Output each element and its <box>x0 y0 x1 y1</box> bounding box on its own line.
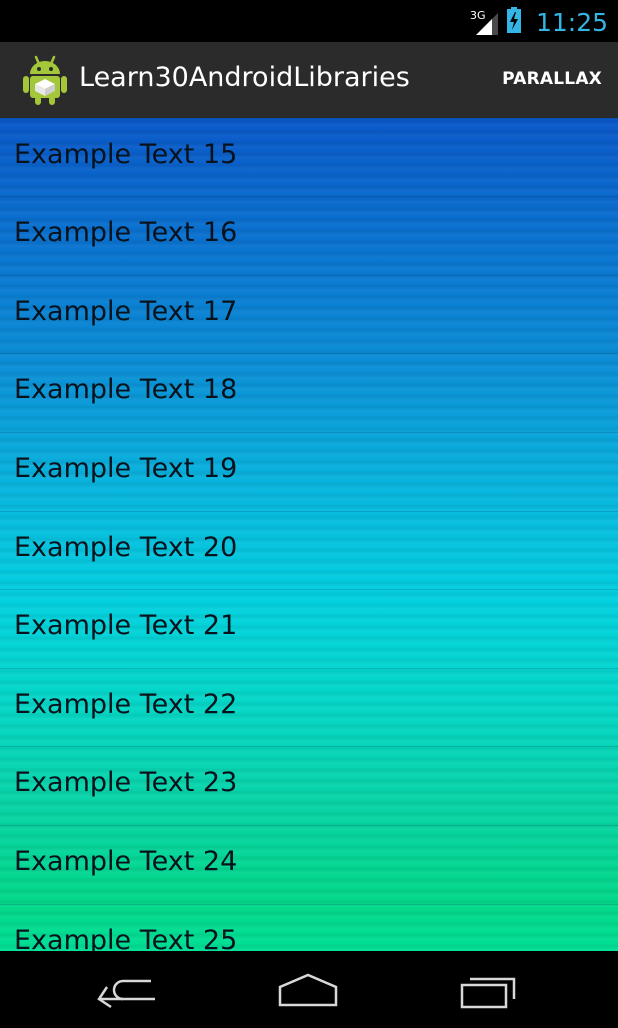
list-item[interactable]: Example Text 24 <box>0 826 618 905</box>
status-bar: 3G 11:25 <box>0 0 618 42</box>
recent-apps-icon[interactable] <box>448 965 528 1015</box>
list-item-label: Example Text 18 <box>14 374 238 406</box>
list-item[interactable]: Example Text 22 <box>0 669 618 748</box>
list-item[interactable]: Example Text 20 <box>0 512 618 591</box>
list-item-label: Example Text 21 <box>14 610 238 642</box>
status-icons: 3G 11:25 <box>470 4 608 40</box>
example-text-list[interactable]: Example Text 14Example Text 15Example Te… <box>0 118 618 951</box>
list-item-label: Example Text 22 <box>14 688 238 720</box>
android-app-icon[interactable] <box>22 54 68 106</box>
list-item-label: Example Text 15 <box>14 138 238 170</box>
list-item[interactable]: Example Text 23 <box>0 747 618 826</box>
navigation-bar <box>0 951 618 1028</box>
list-item-label: Example Text 19 <box>14 452 238 484</box>
action-bar: Learn30AndroidLibraries PARALLAX <box>0 42 618 120</box>
battery-charging-icon <box>506 6 522 38</box>
signal-icon: 3G <box>470 7 500 37</box>
list-item[interactable]: Example Text 16 <box>0 197 618 276</box>
list-container[interactable]: Example Text 14Example Text 15Example Te… <box>0 118 618 951</box>
list-item[interactable]: Example Text 25 <box>0 905 618 951</box>
list-item[interactable]: Example Text 17 <box>0 276 618 355</box>
app-title: Learn30AndroidLibraries <box>79 62 410 93</box>
status-clock: 11:25 <box>535 7 608 37</box>
list-item-label: Example Text 23 <box>14 767 238 799</box>
list-item[interactable]: Example Text 15 <box>0 119 618 198</box>
list-item[interactable]: Example Text 19 <box>0 433 618 512</box>
list-item[interactable]: Example Text 21 <box>0 590 618 669</box>
list-item-label: Example Text 17 <box>14 295 238 327</box>
home-icon[interactable] <box>268 965 348 1015</box>
list-item-label: Example Text 16 <box>14 217 238 249</box>
list-item[interactable]: Example Text 18 <box>0 354 618 433</box>
list-item-label: Example Text 20 <box>14 531 238 563</box>
network-type-label: 3G <box>469 9 486 22</box>
parallax-button[interactable]: PARALLAX <box>502 69 602 89</box>
list-item-label: Example Text 24 <box>14 845 238 877</box>
back-icon[interactable] <box>89 965 169 1015</box>
list-item-label: Example Text 25 <box>14 924 238 951</box>
